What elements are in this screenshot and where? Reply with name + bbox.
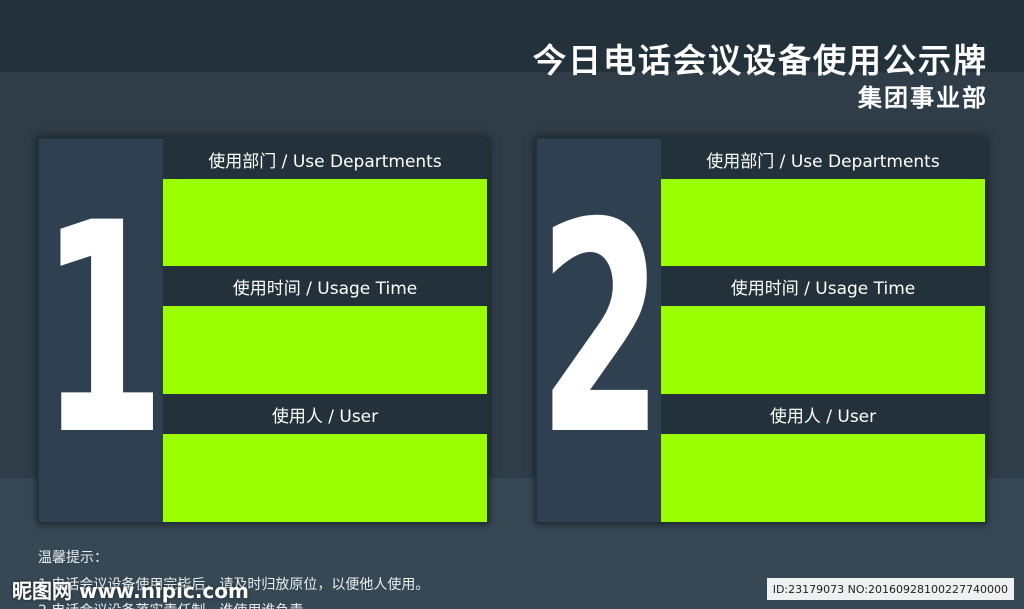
user-header: 使用人 / User [271, 406, 379, 427]
department-field [661, 179, 985, 266]
board-1: 1 使用部门 / Use Departments 使用时间 / Usage Ti… [37, 137, 489, 524]
page-subtitle: 集团事业部 [858, 84, 988, 112]
user-header: 使用人 / User [769, 406, 877, 427]
usage-time-field [163, 306, 487, 394]
page-title: 今日电话会议设备使用公示牌 [533, 41, 988, 80]
board-2: 2 使用部门 / Use Departments 使用时间 / Usage Ti… [535, 137, 987, 524]
board-number: 1 [40, 161, 165, 499]
board-number-column: 1 [39, 139, 165, 522]
usage-time-header: 使用时间 / Usage Time [730, 278, 916, 299]
board-number: 2 [538, 161, 663, 499]
notes-title: 温馨提示： [38, 550, 108, 566]
department-header: 使用部门 / Use Departments [706, 151, 940, 172]
image-id-label: ID:23179073 NO:20160928100227740000 [766, 578, 1014, 600]
user-field [661, 434, 985, 522]
usage-time-header: 使用时间 / Usage Time [232, 278, 418, 299]
usage-time-field [661, 306, 985, 394]
user-field [163, 434, 487, 522]
watermark: 昵图网 www.nipic.com [12, 579, 249, 603]
department-field [163, 179, 487, 266]
department-header: 使用部门 / Use Departments [208, 151, 442, 172]
board-number-column: 2 [537, 139, 663, 522]
